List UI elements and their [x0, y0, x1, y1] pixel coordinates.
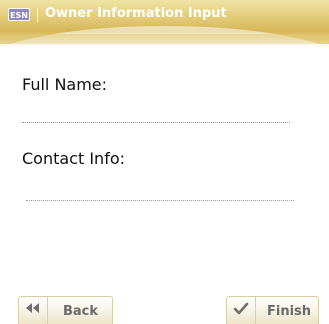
page-title: Owner Information Input [45, 6, 227, 21]
finish-button-label: Finish [267, 304, 312, 319]
finish-button[interactable]: Finish [226, 296, 319, 324]
checkmark-glyph [233, 302, 249, 315]
full-name-label: Full Name: [22, 75, 108, 94]
app-logo-glyph: ESN [10, 11, 28, 20]
full-name-field[interactable] [22, 100, 290, 123]
back-button-icon-area [19, 297, 48, 324]
back-button[interactable]: Back [18, 296, 113, 324]
contact-info-field[interactable] [26, 178, 294, 201]
svg-text:ESN: ESN [10, 11, 28, 20]
title-separator [37, 8, 38, 22]
title-bar-fade [0, 34, 329, 48]
double-left-arrow-icon [19, 302, 47, 319]
double-left-arrow-glyph [26, 303, 39, 313]
finish-button-icon-area [227, 297, 256, 324]
owner-information-screen: ESN Owner Information Input Full Name: C… [0, 0, 329, 324]
app-logo-icon: ESN [8, 8, 30, 21]
back-button-label: Back [63, 304, 99, 319]
checkmark-icon [227, 302, 255, 321]
contact-info-label: Contact Info: [22, 149, 126, 168]
